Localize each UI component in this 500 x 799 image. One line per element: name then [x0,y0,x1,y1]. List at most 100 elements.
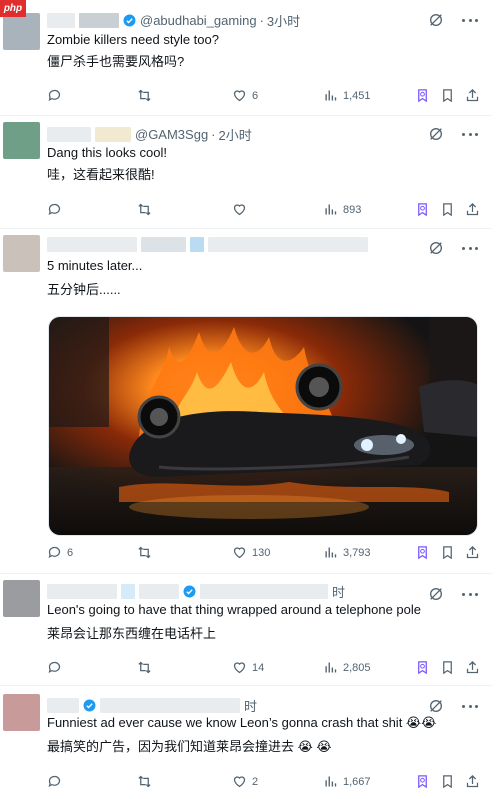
handle-blurred[interactable] [200,583,328,599]
display-name-blurred[interactable] [79,12,119,28]
display-name-blurred[interactable] [47,697,79,713]
bookmark-icon [443,775,452,789]
more-options-icon[interactable] [462,247,478,251]
avatar[interactable] [3,580,40,617]
retweet-button[interactable] [137,774,157,789]
verified-badge-icon [183,585,196,597]
avatar[interactable] [3,235,40,272]
grok-bookmark-icon [418,203,427,217]
grok-icon[interactable] [428,126,444,142]
grok-icon[interactable] [428,586,444,602]
grok-explain-button[interactable] [415,202,435,217]
bar-chart-icon [325,204,337,215]
share-button[interactable] [465,774,485,789]
avatar[interactable] [3,694,40,731]
tweet-text-translation: 僵尸杀手也需要风格吗? [47,54,185,69]
view-count: 3,793 [343,546,371,559]
tweet-2[interactable]: @GAM3Sgg · 2小时 Dang this looks cool! 哇，这… [0,116,492,229]
display-name-blurred[interactable] [95,126,131,142]
tweet-text-english: Dang this looks cool! [47,145,167,160]
bookmark-button[interactable] [440,545,460,560]
grok-explain-button[interactable] [415,660,435,675]
reply-button[interactable] [47,88,67,103]
timestamp[interactable]: 2小时 [219,125,252,144]
like-button[interactable]: 130 [232,545,270,560]
tweet-actions: 893 [47,202,482,220]
bar-chart-icon [325,547,337,558]
grok-explain-button[interactable] [415,774,435,789]
timestamp[interactable]: 时 [332,582,345,601]
bookmark-icon [443,546,452,560]
like-button[interactable]: 2 [232,774,258,789]
grok-explain-button[interactable] [415,88,435,103]
avatar[interactable] [3,122,40,159]
reply-button[interactable] [47,774,67,789]
tweet-header: 时 [47,582,345,600]
share-button[interactable] [465,202,485,217]
views-button[interactable]: 893 [323,202,361,217]
display-name-blurred[interactable] [121,583,135,599]
retweet-button[interactable] [137,545,157,560]
user-handle[interactable]: @GAM3Sgg [135,127,208,142]
tweet-4[interactable]: 时 Leon's going to have that thing wrappe… [0,574,492,686]
tweet-1[interactable]: @abudhabi_gaming · 3小时 Zombie killers ne… [0,0,492,116]
views-button[interactable]: 2,805 [323,660,371,675]
bar-chart-icon [325,90,337,101]
views-button[interactable]: 1,667 [323,774,371,789]
timestamp[interactable]: 3小时 [267,11,300,30]
tweet-text-english: Leon's going to have that thing wrapped … [47,602,421,617]
views-button[interactable]: 1,451 [323,88,371,103]
timestamp[interactable]: 时 [244,696,257,715]
tweet-text-english: Funniest ad ever cause we know Leon’s go… [47,715,437,730]
handle-blurred[interactable] [208,236,368,252]
like-button[interactable] [232,202,252,217]
more-options-icon[interactable] [462,19,478,23]
flaming-overturned-car-image [49,317,477,535]
tweet-media-image[interactable] [48,316,478,536]
bookmark-button[interactable] [440,88,460,103]
user-handle[interactable]: @abudhabi_gaming [140,13,257,28]
views-button[interactable]: 3,793 [323,545,371,560]
grok-explain-button[interactable] [415,545,435,560]
avatar[interactable] [3,13,40,50]
like-button[interactable]: 6 [232,88,258,103]
tweet-text-translation: 哇，这看起来很酷! [47,167,155,182]
like-button[interactable]: 14 [232,660,264,675]
reply-button[interactable] [47,660,67,675]
display-name-blurred[interactable] [139,583,179,599]
tweet-5[interactable]: 时 Funniest ad ever cause we know Leon’s … [0,686,492,799]
retweet-button[interactable] [137,660,157,675]
handle-blurred[interactable] [100,697,240,713]
grok-bookmark-icon [418,546,427,560]
more-options-icon[interactable] [462,593,478,597]
retweet-button[interactable] [137,88,157,103]
share-button[interactable] [465,545,485,560]
separator-dot: · [259,12,264,28]
grok-icon[interactable] [428,698,444,714]
share-icon [466,545,479,559]
reply-button[interactable] [47,202,67,217]
grok-icon[interactable] [428,240,444,256]
more-options-icon[interactable] [462,133,478,137]
retweet-button[interactable] [137,202,157,217]
bookmark-button[interactable] [440,202,460,217]
view-count: 1,451 [343,89,371,102]
reply-button[interactable]: 6 [47,545,73,560]
share-button[interactable] [465,660,485,675]
display-name-blurred[interactable] [47,583,117,599]
verified-badge-icon [83,699,96,711]
bookmark-button[interactable] [440,774,460,789]
bookmark-button[interactable] [440,660,460,675]
retweet-icon [138,775,151,788]
view-count: 2,805 [343,661,371,674]
display-name-blurred[interactable] [47,126,91,142]
more-options-icon[interactable] [462,705,478,709]
display-name-blurred[interactable] [190,236,204,252]
retweet-icon [138,546,151,559]
share-button[interactable] [465,88,485,103]
like-count: 2 [252,775,259,788]
display-name-blurred[interactable] [47,12,75,28]
display-name-blurred[interactable] [47,236,137,252]
display-name-blurred[interactable] [141,236,186,252]
grok-icon[interactable] [428,12,444,28]
